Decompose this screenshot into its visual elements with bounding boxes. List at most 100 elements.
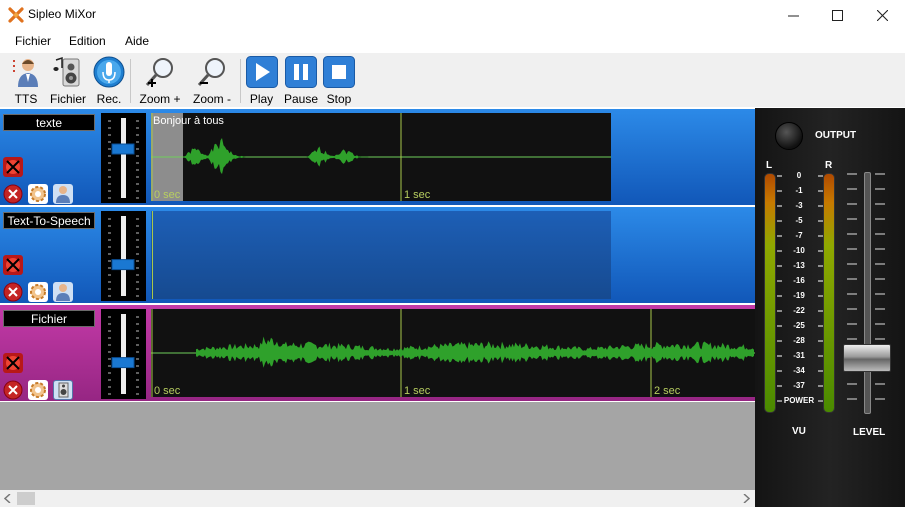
time-label: 1 sec [404, 189, 431, 201]
empty-track-area [0, 402, 755, 490]
toolbar: TTS Fichier Rec. Zoom + Zoom - Play Paus… [0, 53, 905, 107]
pause-label: Pause [283, 92, 319, 106]
volume-fader-graphic [108, 314, 139, 395]
settings-button[interactable] [28, 282, 48, 302]
volume-fader[interactable] [101, 211, 146, 301]
menu-edition[interactable]: Edition [69, 34, 106, 48]
scale-label: -25 [793, 321, 805, 330]
scroll-right-icon[interactable] [742, 494, 750, 503]
speaking-person-icon [13, 59, 38, 87]
close-icon [876, 9, 888, 21]
source-tts-button[interactable] [53, 282, 73, 302]
play-button[interactable]: Play [245, 55, 278, 107]
level-slider-track [864, 172, 871, 414]
mute-button[interactable] [3, 157, 23, 177]
scale-label: -31 [793, 351, 805, 360]
menu-bar: Fichier Edition Aide [0, 31, 905, 52]
toolbar-separator [240, 59, 241, 103]
microphone-icon [93, 56, 125, 88]
mute-icon [6, 356, 20, 370]
title-bar: Sipleo MiXor [0, 0, 905, 30]
mute-icon [6, 160, 20, 174]
settings-button[interactable] [28, 184, 48, 204]
output-label: OUTPUT [815, 130, 857, 141]
stop-icon [323, 56, 355, 88]
zoom-out-button[interactable]: Zoom - [190, 55, 234, 107]
track-name[interactable]: Text-To-Speech [3, 212, 95, 229]
mute-button[interactable] [3, 353, 23, 373]
scale-label: -13 [793, 261, 805, 270]
fader-handle[interactable] [111, 259, 135, 271]
left-channel-label: L [766, 160, 773, 171]
delete-icon [3, 184, 23, 204]
level-label: LEVEL [853, 427, 886, 438]
speaker-icon [58, 382, 69, 398]
track-name[interactable]: texte [3, 114, 95, 131]
speaker-music-icon [53, 56, 80, 87]
waveform-graphic [151, 309, 755, 397]
fader-handle[interactable] [111, 357, 135, 369]
source-file-button[interactable] [53, 380, 73, 400]
scale-label: -34 [793, 366, 805, 375]
gear-icon [30, 382, 46, 398]
stop-button[interactable]: Stop [322, 55, 356, 107]
gear-icon [30, 284, 46, 300]
zoom-out-label: Zoom - [192, 92, 231, 106]
fader-handle[interactable] [111, 143, 135, 155]
vu-meter-left [764, 173, 776, 413]
scale-label: -1 [795, 186, 803, 195]
zoom-in-icon [145, 58, 173, 87]
settings-button[interactable] [28, 380, 48, 400]
clip-caption: Bonjour à tous [153, 115, 224, 127]
zoom-out-icon [197, 58, 225, 87]
zoom-in-button[interactable]: Zoom + [136, 55, 184, 107]
waveform-panel[interactable]: 0 sec 1 sec 2 sec [151, 309, 755, 397]
tts-label: TTS [14, 92, 38, 106]
minimize-icon [787, 15, 799, 16]
waveform-panel[interactable]: Bonjour à tous 0 sec 1 sec [151, 113, 611, 201]
stop-label: Stop [326, 92, 352, 106]
time-label: 2 sec [654, 385, 681, 397]
vu-scale-labels: 0 -1 -3 -5 -7 -10 -13 -16 -19 -22 -25 -2… [781, 170, 817, 410]
scale-label: -5 [795, 216, 803, 225]
delete-track-button[interactable] [3, 282, 23, 302]
right-channel-label: R [825, 160, 833, 171]
window-title: Sipleo MiXor [28, 7, 97, 21]
waveform-panel[interactable] [151, 211, 611, 299]
scale-label: -28 [793, 336, 805, 345]
level-slider-handle[interactable] [843, 344, 891, 373]
menu-fichier[interactable]: Fichier [15, 34, 51, 48]
volume-fader[interactable] [101, 113, 146, 203]
scroll-left-icon[interactable] [4, 494, 12, 503]
output-knob[interactable] [775, 122, 803, 150]
fichier-label: Fichier [49, 92, 86, 106]
scale-label: -19 [793, 291, 805, 300]
zoom-in-label: Zoom + [139, 92, 181, 106]
mute-icon [6, 258, 20, 272]
vu-label: VU [792, 426, 806, 437]
horizontal-scrollbar[interactable] [0, 490, 755, 507]
pause-button[interactable]: Pause [283, 55, 319, 107]
scrollbar-thumb[interactable] [17, 492, 35, 505]
delete-track-button[interactable] [3, 380, 23, 400]
scale-label: -37 [793, 381, 805, 390]
close-button[interactable] [859, 0, 905, 30]
delete-icon [3, 380, 23, 400]
mute-button[interactable] [3, 255, 23, 275]
fichier-button[interactable]: Fichier [48, 55, 88, 107]
maximize-button[interactable] [814, 0, 860, 30]
track-name[interactable]: Fichier [3, 310, 95, 327]
record-button[interactable]: Rec. [92, 55, 126, 107]
scale-label: -7 [795, 231, 803, 240]
menu-aide[interactable]: Aide [125, 34, 149, 48]
volume-fader[interactable] [101, 309, 146, 399]
track-2: Text-To-Speech [0, 207, 755, 303]
pause-icon [285, 56, 317, 88]
scale-label: 0 [796, 171, 802, 180]
source-tts-button[interactable] [53, 184, 73, 204]
minimize-button[interactable] [770, 0, 816, 30]
playhead [152, 211, 153, 299]
tts-button[interactable]: TTS [8, 55, 44, 107]
delete-track-button[interactable] [3, 184, 23, 204]
scale-label: POWER [783, 396, 815, 405]
